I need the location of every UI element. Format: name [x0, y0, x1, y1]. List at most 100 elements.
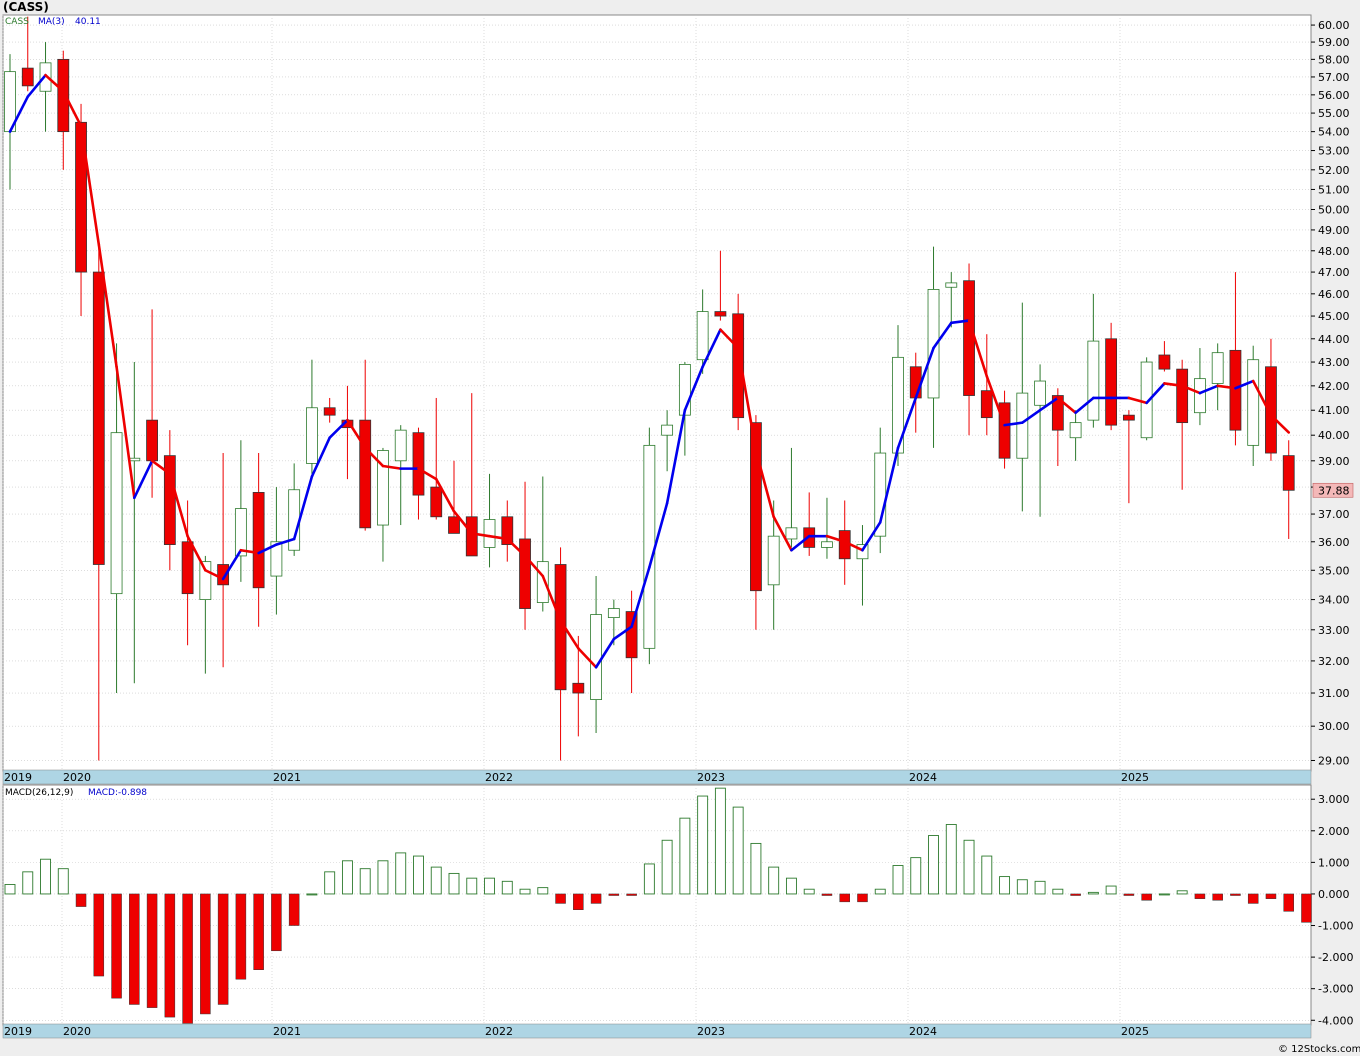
macd-year-label: 2025	[1121, 1025, 1149, 1038]
price-tick-label: 31.00	[1318, 687, 1350, 700]
last-price-label: 37.88	[1318, 484, 1350, 497]
macd-bar	[608, 893, 620, 896]
macd-bar	[75, 893, 87, 907]
price-tick-label: 34.00	[1318, 594, 1350, 607]
macd-bar	[981, 855, 993, 895]
candle-body	[1069, 422, 1082, 439]
candle-body	[146, 419, 158, 462]
macd-bar	[466, 877, 478, 895]
candle-body	[1122, 414, 1135, 421]
macd-year-label: 2019	[4, 1025, 32, 1038]
candle-body	[181, 541, 194, 595]
candle-body	[323, 407, 336, 416]
macd-bar	[57, 868, 69, 895]
candle-body	[21, 67, 34, 87]
macd-tick-label: 1.000	[1318, 856, 1350, 869]
price-tick-label: 42.00	[1318, 380, 1350, 393]
candle-body	[92, 271, 105, 565]
candle-body	[163, 455, 176, 545]
macd-bar	[1212, 893, 1223, 901]
price-year-label: 2019	[4, 771, 32, 784]
macd-tick-label: 0.000	[1318, 888, 1350, 901]
candle-body	[252, 492, 265, 589]
price-tick-label: 49.00	[1318, 224, 1350, 237]
macd-bar	[963, 839, 975, 895]
macd-bar	[235, 893, 247, 980]
macd-bar	[910, 857, 922, 895]
price-tick-label: 29.00	[1318, 754, 1350, 767]
macd-bar	[288, 893, 300, 926]
macd-bar	[626, 893, 637, 896]
candle-body	[57, 58, 70, 133]
macd-bar	[146, 893, 158, 1008]
candle-body	[1194, 378, 1206, 414]
macd-bar	[573, 893, 584, 910]
macd-bar	[1034, 880, 1046, 895]
macd-bar	[732, 806, 744, 895]
candle-body	[1282, 455, 1295, 491]
macd-bar	[129, 893, 140, 1005]
last-price-marker: 37.88	[1312, 482, 1354, 498]
macd-bar	[1087, 891, 1099, 895]
macd-bar	[448, 872, 460, 895]
candle-body	[234, 508, 247, 557]
macd-bar	[768, 866, 780, 895]
macd-bar	[590, 893, 602, 904]
price-tick-label: 57.00	[1318, 71, 1350, 84]
price-tick-label: 60.00	[1318, 19, 1350, 32]
macd-tick-label: 2.000	[1318, 825, 1350, 838]
macd-bar	[714, 787, 726, 895]
macd-bar	[892, 865, 904, 895]
macd-bar	[1247, 893, 1259, 904]
macd-legend-value: MACD:-0.898	[88, 788, 147, 798]
macd-bar	[821, 893, 833, 896]
macd-legend-label: MACD(26,12,9)	[5, 788, 73, 798]
candle-body	[963, 280, 975, 396]
macd-bar	[697, 795, 709, 895]
macd-bar	[1283, 893, 1294, 912]
macd-bar	[306, 893, 318, 896]
legend-ma-value: 40.11	[75, 17, 101, 27]
candle-body	[536, 561, 549, 603]
macd-year-label: 2023	[697, 1025, 725, 1038]
price-tick-label: 36.00	[1318, 536, 1350, 549]
candle-body	[1016, 392, 1029, 459]
price-year-label: 2023	[697, 771, 725, 784]
candle-body	[1176, 368, 1189, 424]
macd-year-label: 2024	[909, 1025, 937, 1038]
candle-body	[306, 407, 318, 464]
price-year-label: 2020	[63, 771, 91, 784]
candle-body	[519, 538, 531, 609]
macd-bar	[1265, 893, 1277, 899]
price-tick-label: 48.00	[1318, 245, 1350, 258]
macd-bar	[803, 888, 815, 895]
macd-bar	[519, 888, 531, 895]
candle-body	[483, 519, 496, 548]
candle-body	[1229, 349, 1242, 431]
macd-bar	[1070, 893, 1081, 896]
candle-body	[199, 561, 212, 600]
candle-body	[1158, 354, 1171, 370]
candle-body	[590, 614, 602, 700]
macd-bar	[839, 893, 850, 903]
chart-title: (CASS)	[3, 0, 49, 14]
candle-body	[572, 682, 585, 694]
macd-panel	[2, 784, 1312, 1026]
price-tick-label: 56.00	[1318, 89, 1350, 102]
price-year-label: 2024	[909, 771, 937, 784]
price-tick-label: 43.00	[1318, 356, 1350, 369]
macd-bar	[217, 893, 229, 1005]
candle-body	[945, 282, 958, 288]
candle-body	[1087, 340, 1100, 421]
macd-bar	[1301, 893, 1312, 923]
candle-body	[909, 366, 922, 399]
macd-bar	[999, 876, 1011, 895]
macd-bar	[430, 866, 442, 895]
candle-body	[465, 516, 478, 557]
macd-bar	[253, 893, 264, 970]
macd-bar	[874, 888, 886, 895]
macd-bar	[785, 877, 797, 895]
macd-bar	[750, 842, 762, 895]
candle-body	[448, 516, 460, 534]
candle-body	[661, 424, 674, 436]
